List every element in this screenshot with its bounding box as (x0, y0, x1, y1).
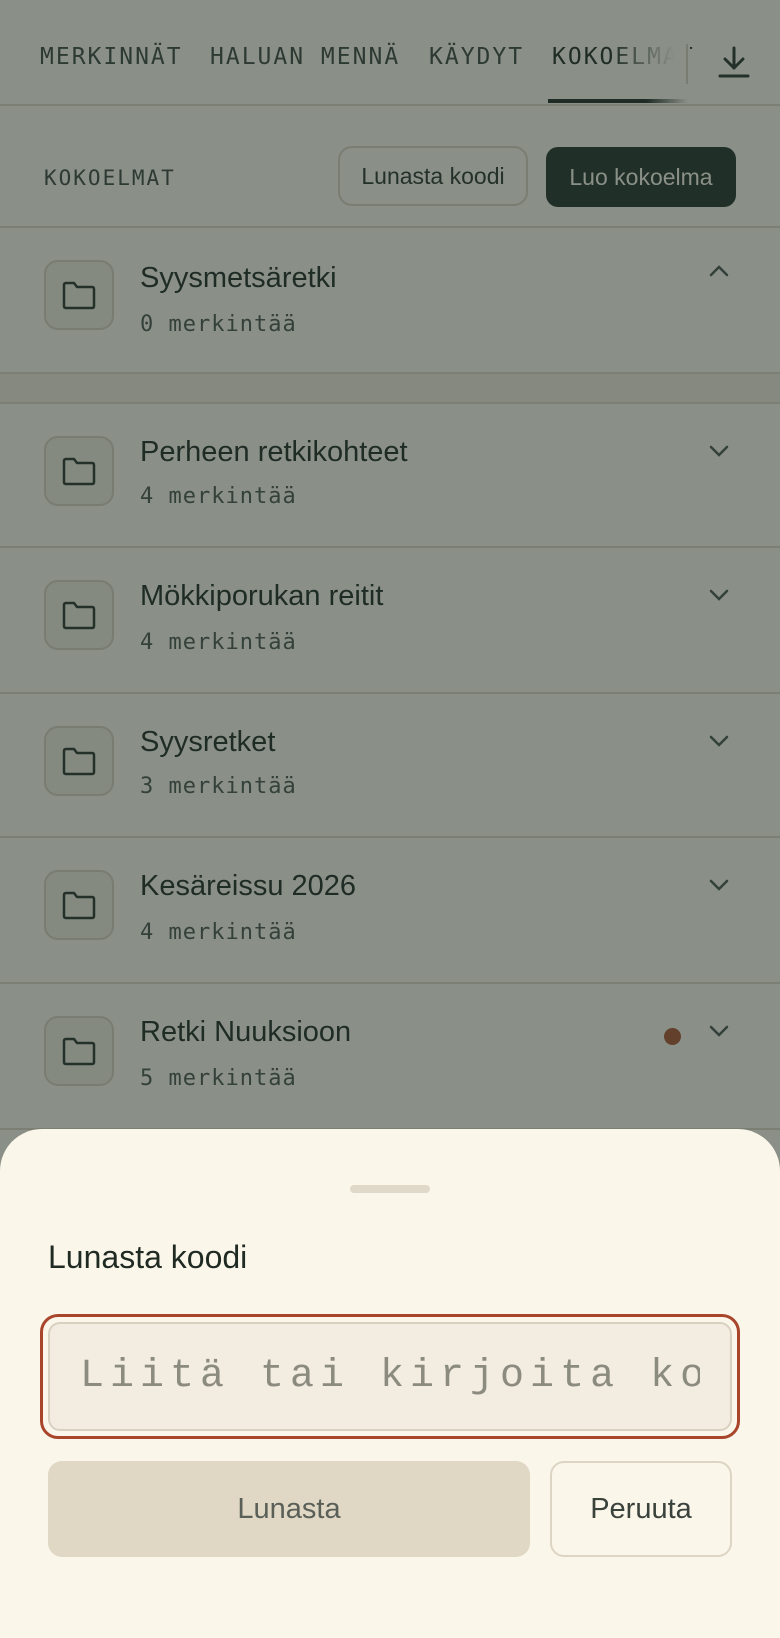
sheet-drag-handle[interactable] (350, 1185, 430, 1193)
redeem-code-sheet: Lunasta koodi Lunasta Peruuta (0, 1129, 780, 1638)
redeem-submit-button[interactable]: Lunasta (48, 1461, 530, 1557)
sheet-title: Lunasta koodi (48, 1239, 248, 1275)
code-input[interactable] (48, 1322, 732, 1431)
cancel-button[interactable]: Peruuta (550, 1461, 732, 1557)
